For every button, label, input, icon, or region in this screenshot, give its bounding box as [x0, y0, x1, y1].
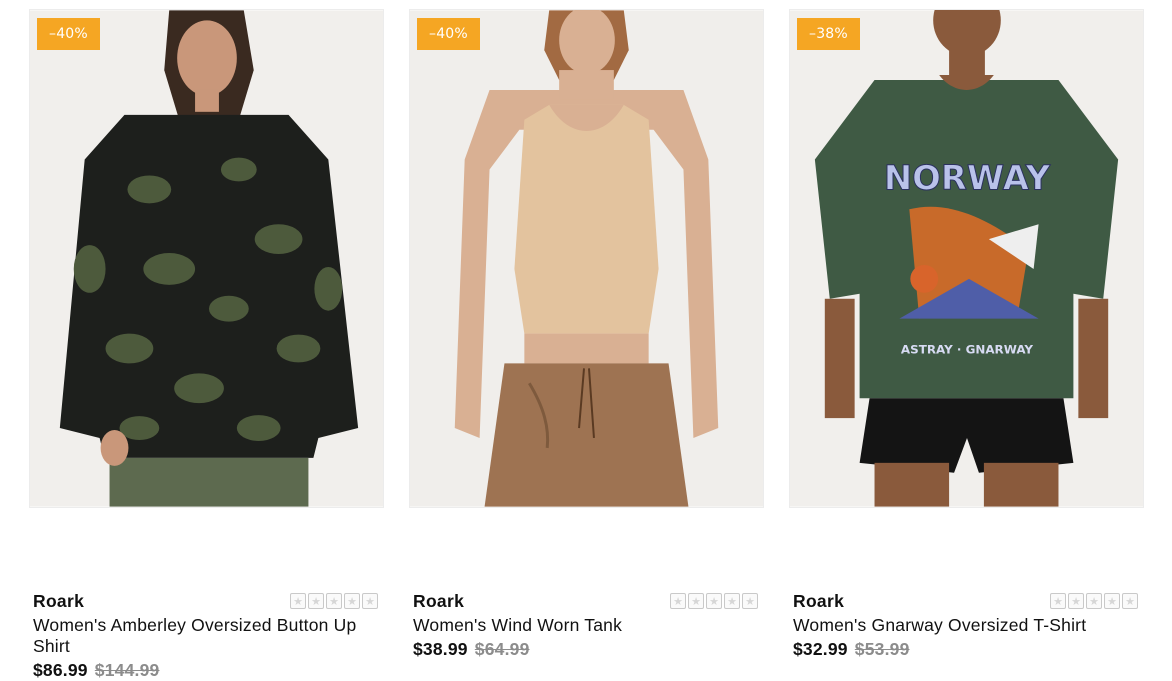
rating-stars: ★ ★ ★ ★ ★: [1050, 593, 1138, 609]
sale-price: $32.99: [793, 639, 848, 659]
star-icon: ★: [724, 593, 740, 609]
product-price: $86.99 $144.99: [33, 660, 380, 681]
product-card[interactable]: NORWAY ASTRAY · GNARWAY –38% Roark ★ ★ ★…: [789, 9, 1144, 681]
product-image[interactable]: –40%: [29, 9, 384, 508]
star-icon: ★: [326, 593, 342, 609]
graphic-subtext: ASTRAY · GNARWAY: [901, 342, 1034, 356]
star-icon: ★: [1122, 593, 1138, 609]
discount-badge: –38%: [797, 18, 860, 50]
product-image[interactable]: NORWAY ASTRAY · GNARWAY –38%: [789, 9, 1144, 508]
product-card[interactable]: –40% Roark ★ ★ ★ ★ ★ Women's Amberley Ov…: [29, 9, 384, 681]
star-icon: ★: [670, 593, 686, 609]
star-icon: ★: [688, 593, 704, 609]
graphic-text: NORWAY: [884, 158, 1051, 197]
product-info: Roark ★ ★ ★ ★ ★ Women's Amberley Oversiz…: [33, 591, 380, 681]
rating-stars: ★ ★ ★ ★ ★: [670, 593, 758, 609]
discount-badge: –40%: [37, 18, 100, 50]
star-icon: ★: [1050, 593, 1066, 609]
star-icon: ★: [344, 593, 360, 609]
product-brand: Roark: [413, 590, 465, 611]
star-icon: ★: [1068, 593, 1084, 609]
product-grid: –40% Roark ★ ★ ★ ★ ★ Women's Amberley Ov…: [0, 0, 1172, 681]
product-photo-tank: [410, 10, 763, 507]
original-price: $64.99: [474, 639, 530, 659]
product-price: $32.99 $53.99: [793, 639, 1140, 660]
original-price: $53.99: [854, 639, 910, 659]
product-title-link[interactable]: Women's Gnarway Oversized T-Shirt: [793, 615, 1140, 636]
product-photo-graphic-tee: NORWAY ASTRAY · GNARWAY: [790, 10, 1143, 507]
original-price: $144.99: [94, 660, 160, 680]
product-brand: Roark: [793, 590, 845, 611]
sale-price: $38.99: [413, 639, 468, 659]
product-title-link[interactable]: Women's Wind Worn Tank: [413, 615, 760, 636]
product-image[interactable]: –40%: [409, 9, 764, 508]
star-icon: ★: [308, 593, 324, 609]
star-icon: ★: [1086, 593, 1102, 609]
product-brand: Roark: [33, 590, 85, 611]
star-icon: ★: [290, 593, 306, 609]
product-photo-camo-shirt: [30, 10, 383, 507]
product-title-link[interactable]: Women's Amberley Oversized Button Up Shi…: [33, 615, 380, 657]
product-price: $38.99 $64.99: [413, 639, 760, 660]
star-icon: ★: [362, 593, 378, 609]
star-icon: ★: [706, 593, 722, 609]
product-info: Roark ★ ★ ★ ★ ★ Women's Gnarway Oversize…: [793, 591, 1140, 660]
sale-price: $86.99: [33, 660, 88, 680]
discount-badge: –40%: [417, 18, 480, 50]
star-icon: ★: [1104, 593, 1120, 609]
rating-stars: ★ ★ ★ ★ ★: [290, 593, 378, 609]
product-info: Roark ★ ★ ★ ★ ★ Women's Wind Worn Tank $…: [413, 591, 760, 660]
star-icon: ★: [742, 593, 758, 609]
product-card[interactable]: –40% Roark ★ ★ ★ ★ ★ Women's Wind Worn T…: [409, 9, 764, 681]
